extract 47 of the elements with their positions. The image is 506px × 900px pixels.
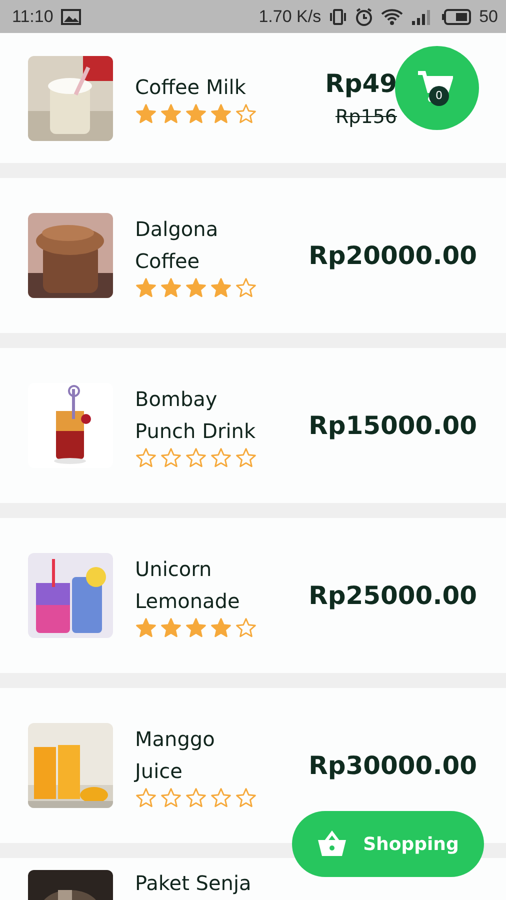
star-icon — [135, 616, 157, 638]
alarm-icon — [355, 8, 374, 26]
star-icon — [235, 103, 257, 125]
product-price: Rp20000.00 — [308, 240, 477, 272]
star-icon — [235, 786, 257, 808]
star-icon — [160, 446, 182, 468]
star-icon — [235, 446, 257, 468]
vibrate-icon — [329, 8, 348, 26]
basket-icon — [317, 830, 348, 858]
battery-icon — [441, 8, 472, 24]
star-icon — [185, 103, 207, 125]
product-name: Manggo Juice — [135, 726, 216, 784]
star-icon — [135, 276, 157, 298]
product-price: Rp25000.00 — [308, 580, 477, 612]
star-icon — [160, 103, 182, 125]
star-icon — [235, 276, 257, 298]
image-icon — [61, 8, 82, 24]
star-icon — [185, 446, 207, 468]
battery-level: 50 — [479, 6, 498, 28]
product-price: Rp30000.00 — [308, 750, 477, 782]
wifi-icon — [381, 8, 404, 26]
star-icon — [160, 276, 182, 298]
star-icon — [210, 276, 232, 298]
product-name: Paket Senja — [135, 870, 252, 896]
cart-count: 0 — [429, 86, 449, 106]
network-speed: 1.70 K/s — [258, 6, 322, 28]
star-icon — [185, 616, 207, 638]
star-icon — [160, 616, 182, 638]
star-icon — [210, 786, 232, 808]
clock-time: 11:10 — [12, 6, 54, 28]
star-icon — [135, 786, 157, 808]
star-icon — [160, 786, 182, 808]
product-name: Coffee Milk — [135, 74, 247, 101]
product-price: Rp49 — [325, 68, 397, 100]
star-icon — [235, 616, 257, 638]
star-icon — [210, 446, 232, 468]
product-name: Dalgona Coffee — [135, 216, 220, 274]
old-price: Rp156 — [335, 104, 397, 130]
star-icon — [185, 276, 207, 298]
star-icon — [210, 616, 232, 638]
product-price: Rp15000.00 — [308, 410, 477, 442]
star-icon — [135, 103, 157, 125]
star-icon — [185, 786, 207, 808]
product-name: Bombay Punch Drink — [135, 386, 257, 444]
product-name: Unicorn Lemonade — [135, 556, 241, 614]
star-icon — [210, 103, 232, 125]
star-icon — [135, 446, 157, 468]
